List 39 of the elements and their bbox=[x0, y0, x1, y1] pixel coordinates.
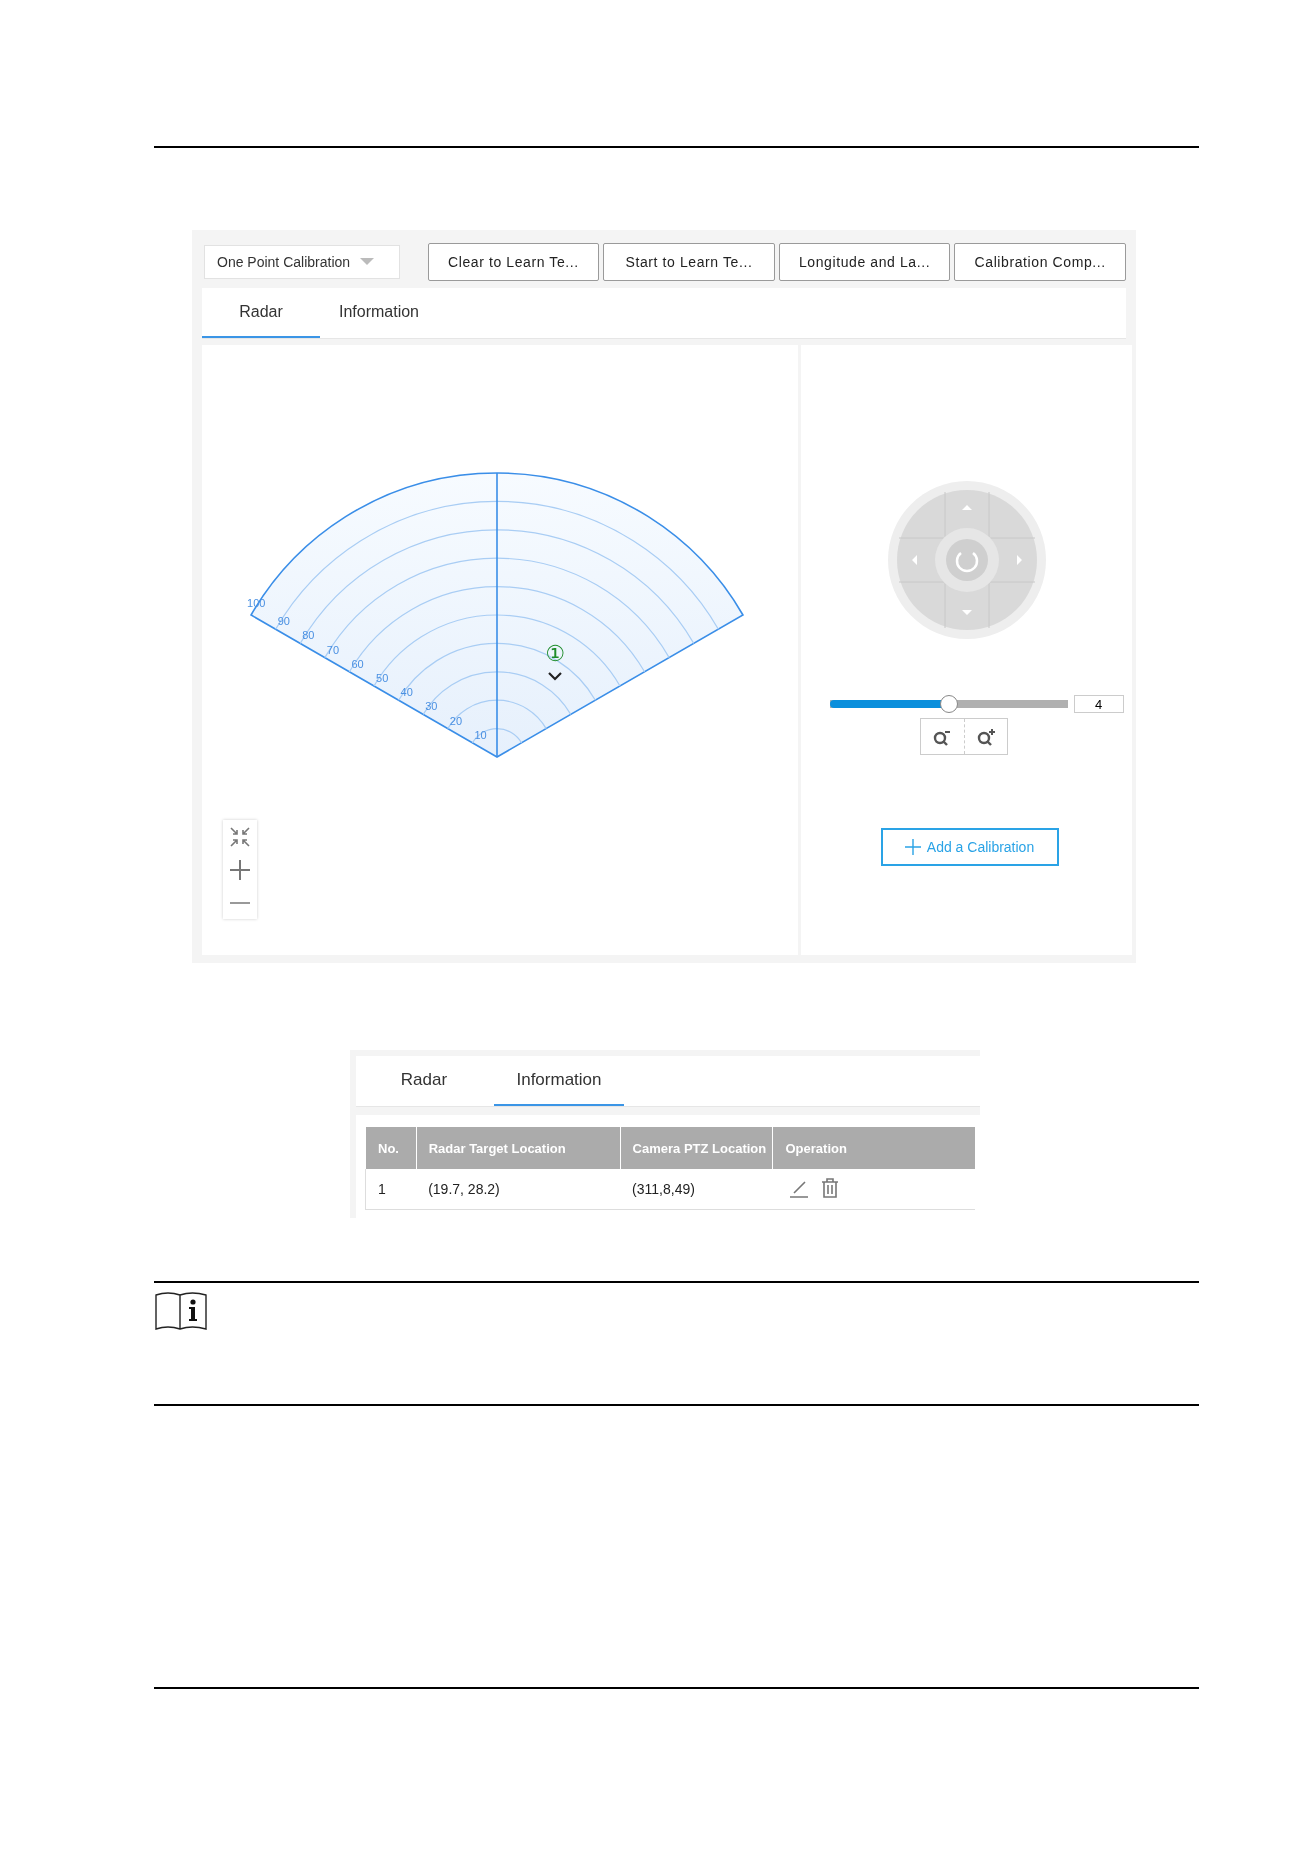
zoom-value-field[interactable]: 4 bbox=[1073, 695, 1124, 713]
mode-dropdown[interactable]: One Point Calibration bbox=[204, 245, 400, 279]
range-label: 40 bbox=[400, 686, 413, 699]
caret-icon bbox=[360, 258, 375, 266]
table-cell: 1 bbox=[365, 1169, 417, 1210]
plus-icon bbox=[904, 839, 921, 855]
chevron-down-icon bbox=[548, 672, 562, 681]
toolbar-button[interactable]: Clear to Learn Te... bbox=[427, 243, 600, 281]
range-label: 20 bbox=[449, 714, 463, 727]
toolbar-button[interactable]: Start to Learn Te... bbox=[603, 243, 775, 281]
collapse-button[interactable] bbox=[223, 820, 257, 853]
column-header: Radar Target Location bbox=[416, 1127, 621, 1169]
toolbar-button[interactable]: Calibration Comp... bbox=[954, 243, 1126, 281]
trash-icon bbox=[821, 1177, 839, 1198]
range-label: 10 bbox=[474, 728, 487, 741]
range-label: 60 bbox=[351, 657, 364, 670]
range-label: 30 bbox=[425, 700, 438, 713]
range-label: 50 bbox=[376, 672, 389, 684]
column-header: Camera PTZ Location bbox=[620, 1127, 773, 1169]
info-book-icon bbox=[154, 1289, 208, 1333]
table-cell: (311,8,49) bbox=[620, 1169, 773, 1210]
collapse-icon bbox=[228, 824, 252, 849]
tab[interactable]: Information bbox=[320, 288, 438, 338]
table-cell: (19.7, 28.2) bbox=[416, 1169, 621, 1210]
tab[interactable]: Radar bbox=[364, 1056, 484, 1106]
range-label: 70 bbox=[326, 643, 340, 656]
column-header: Operation bbox=[773, 1127, 975, 1169]
target-marker: ① bbox=[545, 641, 565, 666]
column-header: No. bbox=[365, 1127, 417, 1169]
slider-thumb[interactable] bbox=[939, 695, 958, 713]
range-label: 80 bbox=[302, 629, 315, 642]
magnifier-plus-icon bbox=[976, 727, 995, 746]
delete-button[interactable] bbox=[821, 1177, 839, 1198]
tab[interactable]: Information bbox=[494, 1056, 624, 1106]
plus-icon bbox=[228, 857, 252, 882]
minus-icon bbox=[230, 901, 250, 904]
tab[interactable]: Radar bbox=[202, 288, 320, 338]
toolbar-button[interactable]: Longitude and La... bbox=[778, 243, 951, 281]
range-label: 90 bbox=[277, 615, 290, 628]
